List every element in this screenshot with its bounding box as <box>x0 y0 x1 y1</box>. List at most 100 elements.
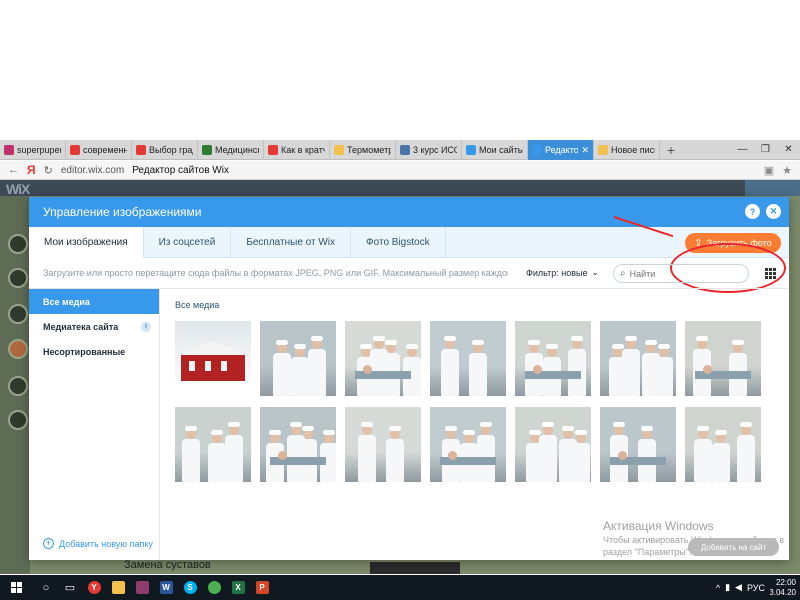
excel-icon[interactable]: X <box>226 575 250 600</box>
browser-tab[interactable]: 3 курс ИСО <box>396 140 462 160</box>
dialog-tabs: Мои изображения Из соцсетей Бесплатные о… <box>29 227 789 293</box>
windows-taskbar: ○ ▭ Y W S X P ^ ▮ ◀ РУС 22:00 13.04.20 <box>0 575 800 600</box>
thumbnail-grid <box>175 321 761 482</box>
image-thumbnail[interactable] <box>515 407 591 482</box>
chat-icon <box>8 410 28 430</box>
url-domain[interactable]: editor.wix.com <box>61 165 124 176</box>
media-sidebar: Все медиа Медиатека сайта i Несортирован… <box>29 289 160 560</box>
image-thumbnail[interactable] <box>175 407 251 482</box>
dialog-title: Управление изображениями <box>43 205 202 219</box>
sidebar-item-label: Несортированные <box>43 346 126 357</box>
image-thumbnail[interactable] <box>175 321 251 396</box>
close-window-icon[interactable]: ✕ <box>777 140 800 159</box>
browser-tab[interactable]: Мои сайты | <box>462 140 528 160</box>
browser-tab[interactable]: Термометр <box>330 140 396 160</box>
editor-publish-button <box>745 180 800 196</box>
favicon-icon <box>136 145 146 155</box>
winrar-icon[interactable] <box>130 575 154 600</box>
favicon-icon <box>4 145 14 155</box>
system-tray: ^ ▮ ◀ РУС 22:00 13.04.20 <box>716 578 800 598</box>
search-taskbar-icon[interactable]: ○ <box>34 575 58 600</box>
start-button[interactable] <box>0 575 34 600</box>
browser-tab[interactable]: Как в кратч <box>264 140 330 160</box>
browser-tab-label: Медицинск <box>215 145 259 155</box>
close-icon[interactable]: ✕ <box>766 204 781 219</box>
favicon-icon <box>334 145 344 155</box>
bookmark-star-icon[interactable]: ★ <box>782 164 792 177</box>
browser-tab[interactable]: superpuper.r <box>0 140 66 160</box>
skype-icon[interactable]: S <box>178 575 202 600</box>
extension-icon[interactable]: ▣ <box>764 164 774 177</box>
grid-view-icon[interactable] <box>765 268 776 279</box>
sidebar-item-unsorted[interactable]: Несортированные <box>29 339 159 364</box>
editor-left-panel <box>0 196 30 574</box>
back-arrow-icon[interactable]: ← <box>8 164 19 176</box>
browser-tab[interactable]: Редактор✕ <box>528 140 594 160</box>
image-thumbnail[interactable] <box>345 407 421 482</box>
favicon-icon <box>400 145 410 155</box>
favicon-icon <box>466 145 476 155</box>
windows-logo-icon <box>11 581 23 594</box>
filter-label: Фильтр: новые <box>526 267 588 278</box>
upload-hint: Загрузите или просто перетащите сюда фай… <box>43 268 508 278</box>
browser-tab-label: 3 курс ИСО <box>413 145 457 155</box>
content-title: Все медиа <box>175 300 220 310</box>
tab-my-images[interactable]: Мои изображения <box>29 227 144 258</box>
clock[interactable]: 22:00 13.04.20 <box>770 578 796 598</box>
sidebar-item-site-library[interactable]: Медиатека сайта i <box>29 314 159 339</box>
task-view-icon[interactable]: ▭ <box>58 575 82 600</box>
image-thumbnail[interactable] <box>600 407 676 482</box>
favicon-icon <box>70 145 80 155</box>
close-tab-icon[interactable]: ✕ <box>581 145 589 156</box>
browser-tab[interactable]: Новое пись <box>594 140 660 160</box>
url-page-title[interactable]: Редактор сайтов Wix <box>132 165 229 176</box>
powerpoint-icon[interactable]: P <box>250 575 274 600</box>
new-tab-button[interactable]: + <box>660 140 682 159</box>
browser-tab-label: Выбор град <box>149 145 193 155</box>
tray-expand-icon[interactable]: ^ <box>716 583 720 593</box>
tab-free-from-wix[interactable]: Бесплатные от Wix <box>231 227 352 257</box>
filter-dropdown[interactable]: Фильтр: новые ⌄ <box>526 267 599 278</box>
yandex-browser-icon[interactable]: Y <box>82 575 106 600</box>
image-thumbnail[interactable] <box>430 407 506 482</box>
tab-bigstock[interactable]: Фото Bigstock <box>351 227 446 257</box>
add-to-site-button[interactable]: Добавить на сайт <box>688 538 779 556</box>
image-thumbnail[interactable] <box>685 321 761 396</box>
image-thumbnail[interactable] <box>345 321 421 396</box>
language-indicator[interactable]: РУС <box>747 583 765 593</box>
add-folder-button[interactable]: + Добавить новую папку <box>43 538 153 549</box>
browser-tab[interactable]: Медицинск <box>198 140 264 160</box>
editor-topbar <box>0 180 800 196</box>
editor-dark-block <box>370 562 460 574</box>
image-thumbnail[interactable] <box>260 321 336 396</box>
volume-icon[interactable]: ◀ <box>735 582 742 593</box>
browser-tab-label: Как в кратч <box>281 145 325 155</box>
help-icon[interactable]: ? <box>745 204 760 219</box>
add-panel-icon <box>8 234 28 254</box>
image-thumbnail[interactable] <box>430 321 506 396</box>
search-field[interactable]: ⌕ <box>613 264 749 283</box>
word-icon[interactable]: W <box>154 575 178 600</box>
sidebar-item-all-media[interactable]: Все медиа <box>29 289 159 314</box>
screen: superpuper.r современны Выбор град Медицинс… <box>0 0 800 600</box>
browser-tab[interactable]: современны <box>66 140 132 160</box>
file-explorer-icon[interactable] <box>106 575 130 600</box>
tab-social[interactable]: Из соцсетей <box>144 227 232 257</box>
image-thumbnail[interactable] <box>685 407 761 482</box>
yandex-icon[interactable]: Я <box>27 163 36 177</box>
minimize-icon[interactable]: — <box>731 140 754 159</box>
info-icon[interactable]: i <box>141 321 151 332</box>
browser-tab-label: современны <box>83 145 127 155</box>
reload-icon[interactable]: ↻ <box>44 164 53 177</box>
favicon-icon <box>598 145 608 155</box>
network-icon[interactable]: ▮ <box>725 582 730 593</box>
restore-icon[interactable]: ❐ <box>754 140 777 159</box>
browser-tab[interactable]: Выбор град <box>132 140 198 160</box>
media-player-icon[interactable] <box>202 575 226 600</box>
browser-tab-label: Редактор <box>545 145 579 155</box>
search-input[interactable] <box>629 268 730 279</box>
image-thumbnail[interactable] <box>600 321 676 396</box>
image-thumbnail[interactable] <box>260 407 336 482</box>
image-thumbnail[interactable] <box>515 321 591 396</box>
add-folder-label: Добавить новую папку <box>59 538 153 549</box>
